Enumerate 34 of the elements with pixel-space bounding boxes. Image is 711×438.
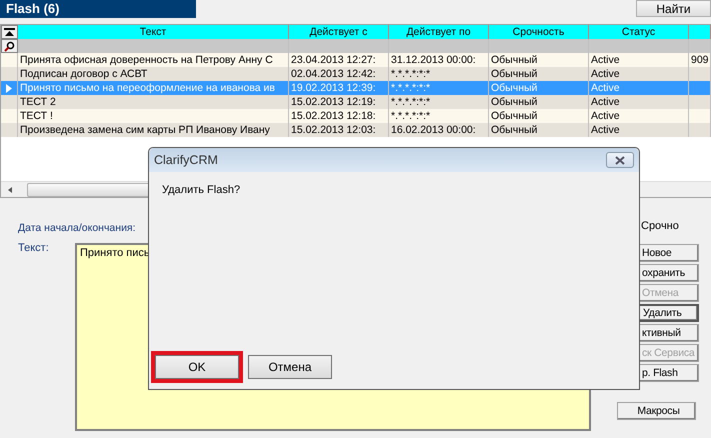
find-button[interactable]: Найти [636, 0, 711, 17]
search-icon[interactable] [1, 39, 18, 53]
action-button[interactable]: охранить [637, 264, 699, 282]
action-button[interactable]: Удалить [637, 304, 699, 322]
scroll-top-icon[interactable] [1, 25, 18, 39]
table-row[interactable]: Подписан договор с АСВТ 02.04.2013 12:42: *.*.*.*:*:* Обычный Active [1, 67, 711, 81]
dialog-message: Удалить Flash? [162, 184, 240, 196]
column-header[interactable]: Текст [18, 25, 289, 39]
table-row[interactable]: ТЕСТ 2 15.02.2013 12:19: *.*.*.*:*:* Обычный Active [1, 95, 711, 109]
table-cell: Произведена замена сим карты РП Иванову Ивану [18, 123, 289, 137]
window-title: Flash (6) [0, 0, 196, 18]
table-row[interactable]: Принята офисная доверенность на Петрову Анну С 23.04.2013 12:27: 31.12.2013 00:00: Обычный Active 909 [1, 53, 711, 67]
column-header[interactable]: Статус [589, 25, 689, 39]
table-cell: Обычный [489, 123, 589, 137]
urgent-label: Срочно [641, 220, 679, 234]
date-label: Дата начала/окончания: [18, 222, 136, 234]
dialog-button[interactable]: Отмена [248, 355, 332, 379]
table-row[interactable]: ТЕСТ ! 15.02.2013 12:18: *.*.*.*:*:* Обычный Active [1, 109, 711, 123]
column-header[interactable]: Срочность [489, 25, 589, 39]
dialog-title: ClarifyCRM [154, 153, 218, 167]
table-cell: 15.02.2013 12:03: [289, 123, 389, 137]
text-label: Текст: [18, 242, 49, 254]
close-button[interactable] [606, 152, 634, 168]
action-button[interactable]: р. Flash [637, 364, 699, 382]
row-pointer-icon [6, 84, 12, 92]
table-cell: Active [589, 123, 689, 137]
column-header[interactable]: Действует по [389, 25, 489, 39]
action-button[interactable]: ктивный [637, 324, 699, 342]
action-button[interactable]: Новое [637, 244, 699, 262]
close-icon [614, 156, 626, 164]
table-row[interactable]: Произведена замена сим карты РП Иванову Ивану 15.02.2013 12:03: 16.02.2013 00:00: Обычный Active [1, 123, 711, 137]
macros-button[interactable]: Макросы [617, 402, 696, 420]
column-header[interactable]: Действует с [289, 25, 389, 39]
table-cell: 16.02.2013 00:00: [389, 123, 489, 137]
